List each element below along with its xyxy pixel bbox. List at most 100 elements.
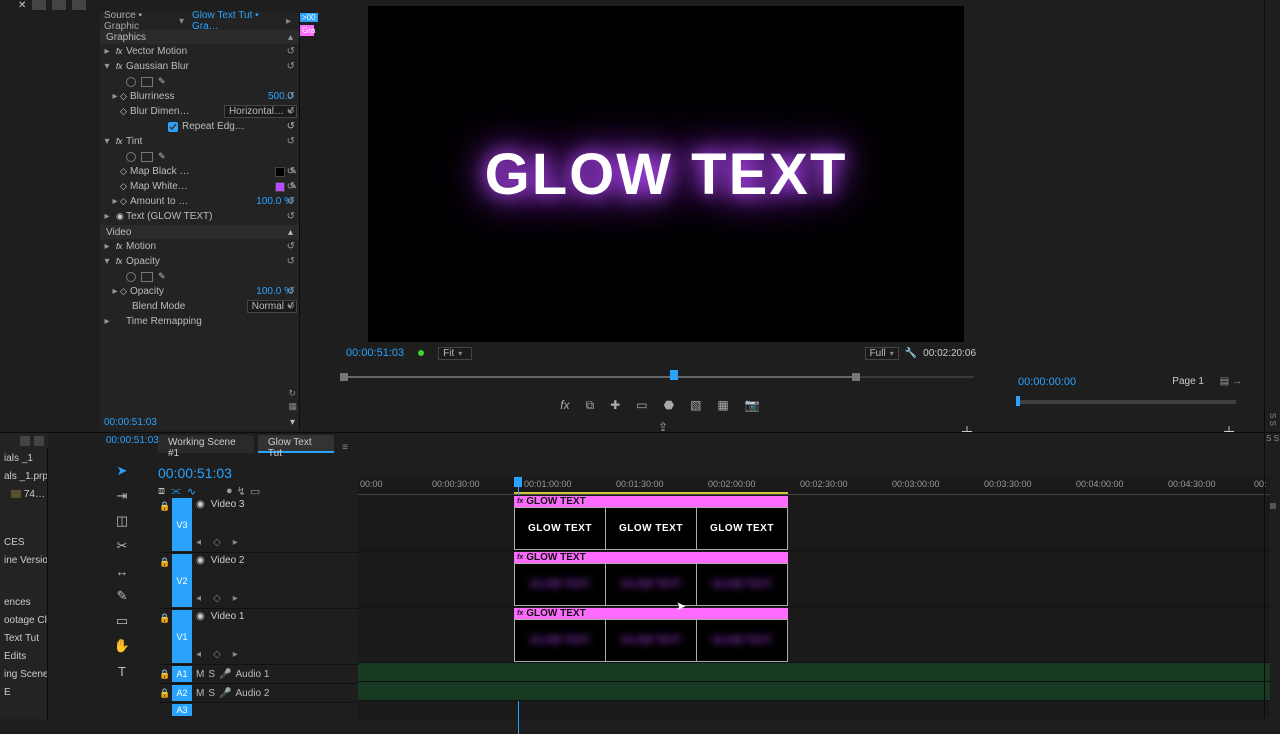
prop-blur-dimensions[interactable]: ◇ Blur Dimen… Horizontal… ↺ bbox=[100, 104, 299, 119]
reset-icon[interactable]: ↺ bbox=[287, 136, 295, 147]
fx-motion[interactable]: ▸fx Motion ↺ bbox=[100, 239, 299, 254]
project-item[interactable]: ootage Clips bbox=[0, 611, 47, 629]
prop-repeat-edge[interactable]: Repeat Edg… ↺ bbox=[100, 119, 299, 134]
zoom-fit-dropdown[interactable]: Fit bbox=[438, 347, 472, 360]
icon-view-icon[interactable] bbox=[34, 436, 44, 446]
next-key-icon[interactable]: ▸ bbox=[233, 649, 238, 660]
reset-icon[interactable]: ↺ bbox=[287, 196, 295, 207]
lock-icon[interactable]: 🔒 bbox=[158, 553, 172, 608]
mic-icon[interactable]: 🎤 bbox=[219, 688, 231, 699]
track-a2[interactable] bbox=[358, 682, 1270, 701]
track-v3[interactable]: fxGLOW TEXT GLOW TEXT GLOW TEXT GLOW TEX… bbox=[358, 495, 1270, 551]
purple-swatch[interactable] bbox=[275, 182, 285, 192]
mic-icon[interactable]: 🎤 bbox=[219, 669, 231, 680]
selection-tool[interactable]: ➤ bbox=[114, 463, 130, 479]
project-item[interactable]: ing Scene #1 bbox=[0, 665, 47, 683]
fx-text-layer[interactable]: ▸◉ Text (GLOW TEXT) ↺ bbox=[100, 209, 299, 224]
safe-margins-icon[interactable]: ▭ bbox=[636, 398, 647, 416]
tab-glow-text-tut[interactable]: Glow Text Tut bbox=[258, 435, 334, 453]
effect-source-header[interactable]: Source • Graphic ▾ Glow Text Tut • Gra… … bbox=[100, 12, 299, 30]
track-target-a1[interactable]: A1 bbox=[172, 666, 192, 682]
track-target-v2[interactable]: V2 bbox=[172, 554, 192, 607]
eye-icon[interactable] bbox=[196, 499, 205, 510]
rectangle-tool[interactable]: ▭ bbox=[114, 613, 130, 629]
project-item[interactable]: Text Tut bbox=[0, 629, 47, 647]
graphics-section-header[interactable]: Graphics ▴ bbox=[100, 30, 299, 44]
monitor-playhead[interactable] bbox=[670, 370, 678, 380]
collapse-icon[interactable]: ▴ bbox=[288, 32, 293, 43]
fx-opacity[interactable]: ▾fx Opacity ↺ bbox=[100, 254, 299, 269]
prop-map-white[interactable]: ◇ Map White… ✎ ↺ bbox=[100, 179, 299, 194]
right-collapsed-panel[interactable]: S S bbox=[1264, 0, 1280, 432]
tab-icon[interactable] bbox=[72, 0, 86, 10]
project-item[interactable]: CES bbox=[0, 533, 47, 551]
mute-button[interactable]: M bbox=[196, 688, 204, 699]
prop-opacity[interactable]: ▸◇ Opacity 100.0 % ↺ bbox=[100, 284, 299, 299]
prop-map-black[interactable]: ◇ Map Black … ✎ ↺ bbox=[100, 164, 299, 179]
filter-icon[interactable]: ▾ bbox=[290, 417, 295, 428]
reset-icon[interactable]: ↺ bbox=[287, 121, 295, 132]
slip-tool[interactable]: ↔ bbox=[114, 563, 130, 579]
track-v1[interactable]: fxGLOW TEXT GLOW TEXT GLOW TEXT GLOW TEX… bbox=[358, 607, 1270, 663]
keyframe-icon[interactable] bbox=[213, 593, 221, 604]
prev-key-icon[interactable]: ◂ bbox=[196, 537, 201, 548]
prop-blurriness[interactable]: ▸◇ Blurriness 500.0 ↺ bbox=[100, 89, 299, 104]
reset-icon[interactable]: ↺ bbox=[287, 91, 295, 102]
right-scrubbar[interactable] bbox=[1018, 400, 1236, 404]
timeline-tracks-area[interactable]: 00:00 00:00:30:00 00:01:00:00 00:01:30:0… bbox=[358, 477, 1270, 719]
lock-icon[interactable]: 🔒 bbox=[158, 684, 172, 702]
clip-v3[interactable]: fxGLOW TEXT GLOW TEXT GLOW TEXT GLOW TEX… bbox=[514, 496, 788, 549]
next-key-icon[interactable]: ▸ bbox=[233, 537, 238, 548]
reset-icon[interactable]: ↺ bbox=[287, 166, 295, 177]
reset-icon[interactable]: ↺ bbox=[287, 241, 295, 252]
fx-badge-icon[interactable]: fx bbox=[560, 398, 569, 416]
prop-amount-to-tint[interactable]: ▸◇ Amount to … 100.0 % ↺ bbox=[100, 194, 299, 209]
markers-icon[interactable]: ⧉ bbox=[586, 398, 595, 416]
track-v2[interactable]: fxGLOW TEXT GLOW TEXT GLOW TEXT GLOW TEX… bbox=[358, 551, 1270, 607]
lock-icon[interactable]: 🔒 bbox=[158, 609, 172, 664]
monitor-scrubbar[interactable] bbox=[340, 368, 980, 396]
mask-shapes[interactable]: ✎ bbox=[126, 151, 166, 162]
timeline-ruler[interactable]: 00:00 00:00:30:00 00:01:00:00 00:01:30:0… bbox=[358, 477, 1270, 495]
eye-icon[interactable] bbox=[196, 611, 205, 622]
resolution-dropdown[interactable]: Full bbox=[865, 347, 899, 360]
black-swatch[interactable] bbox=[275, 167, 285, 177]
collapsed-audio-meters[interactable]: S S bbox=[1264, 432, 1280, 719]
track-header-a3-collapsed[interactable]: A3 bbox=[158, 703, 358, 717]
pen-tool[interactable]: ✎ bbox=[114, 588, 130, 604]
project-item[interactable]: ences bbox=[0, 593, 47, 611]
mask-shapes[interactable]: ✎ bbox=[126, 76, 166, 87]
track-header-v2[interactable]: 🔒 V2 Video 2 ◂▸ bbox=[158, 553, 358, 609]
keyframe-icon[interactable] bbox=[213, 649, 221, 660]
track-select-tool[interactable]: ⇥ bbox=[114, 488, 130, 504]
reset-icon[interactable]: ↺ bbox=[287, 181, 295, 192]
project-item[interactable]: als _1.prproj bbox=[0, 467, 47, 485]
reset-icon[interactable]: ↺ bbox=[287, 61, 295, 72]
tab-icon[interactable] bbox=[32, 0, 46, 10]
reset-icon[interactable]: ↺ bbox=[287, 286, 295, 297]
track-header-a2[interactable]: 🔒 A2 MS🎤Audio 2 bbox=[158, 684, 358, 703]
repeat-edge-checkbox[interactable] bbox=[168, 122, 178, 132]
mask-shapes[interactable]: ✎ bbox=[126, 271, 166, 282]
track-a1[interactable] bbox=[358, 663, 1270, 682]
reset-icon[interactable]: ↺ bbox=[287, 256, 295, 267]
track-header-v3[interactable]: 🔒 V3 Video 3 ◂▸ bbox=[158, 497, 358, 553]
eye-icon[interactable] bbox=[196, 555, 205, 566]
mute-button[interactable]: M bbox=[196, 669, 204, 680]
fx-vector-motion[interactable]: ▸fx Vector Motion ↺ bbox=[100, 44, 299, 59]
solo-button[interactable]: S bbox=[208, 688, 215, 699]
lock-icon[interactable]: 🔒 bbox=[158, 665, 172, 683]
grid-view-icon[interactable]: ▤ → bbox=[1220, 376, 1242, 387]
track-target-v3[interactable]: V3 bbox=[172, 498, 192, 551]
monitor-timecode[interactable]: 00:00:51:03 bbox=[346, 347, 404, 359]
timeline-timecode[interactable]: 00:00:51:03 bbox=[158, 465, 232, 481]
monitor-viewport[interactable]: GLOW TEXT bbox=[368, 6, 964, 342]
tab-menu-icon[interactable]: ≡ bbox=[342, 442, 348, 453]
reset-icon[interactable]: ↺ bbox=[287, 301, 295, 312]
trash-icon[interactable]: ▦ bbox=[288, 401, 297, 412]
list-view-icon[interactable] bbox=[20, 436, 30, 446]
add-marker-icon[interactable]: ✚ bbox=[610, 398, 620, 416]
hand-tool[interactable]: ✋ bbox=[114, 638, 130, 654]
solo-button[interactable]: S bbox=[208, 669, 215, 680]
prop-blend-mode[interactable]: Blend Mode Normal ↺ bbox=[100, 299, 299, 314]
